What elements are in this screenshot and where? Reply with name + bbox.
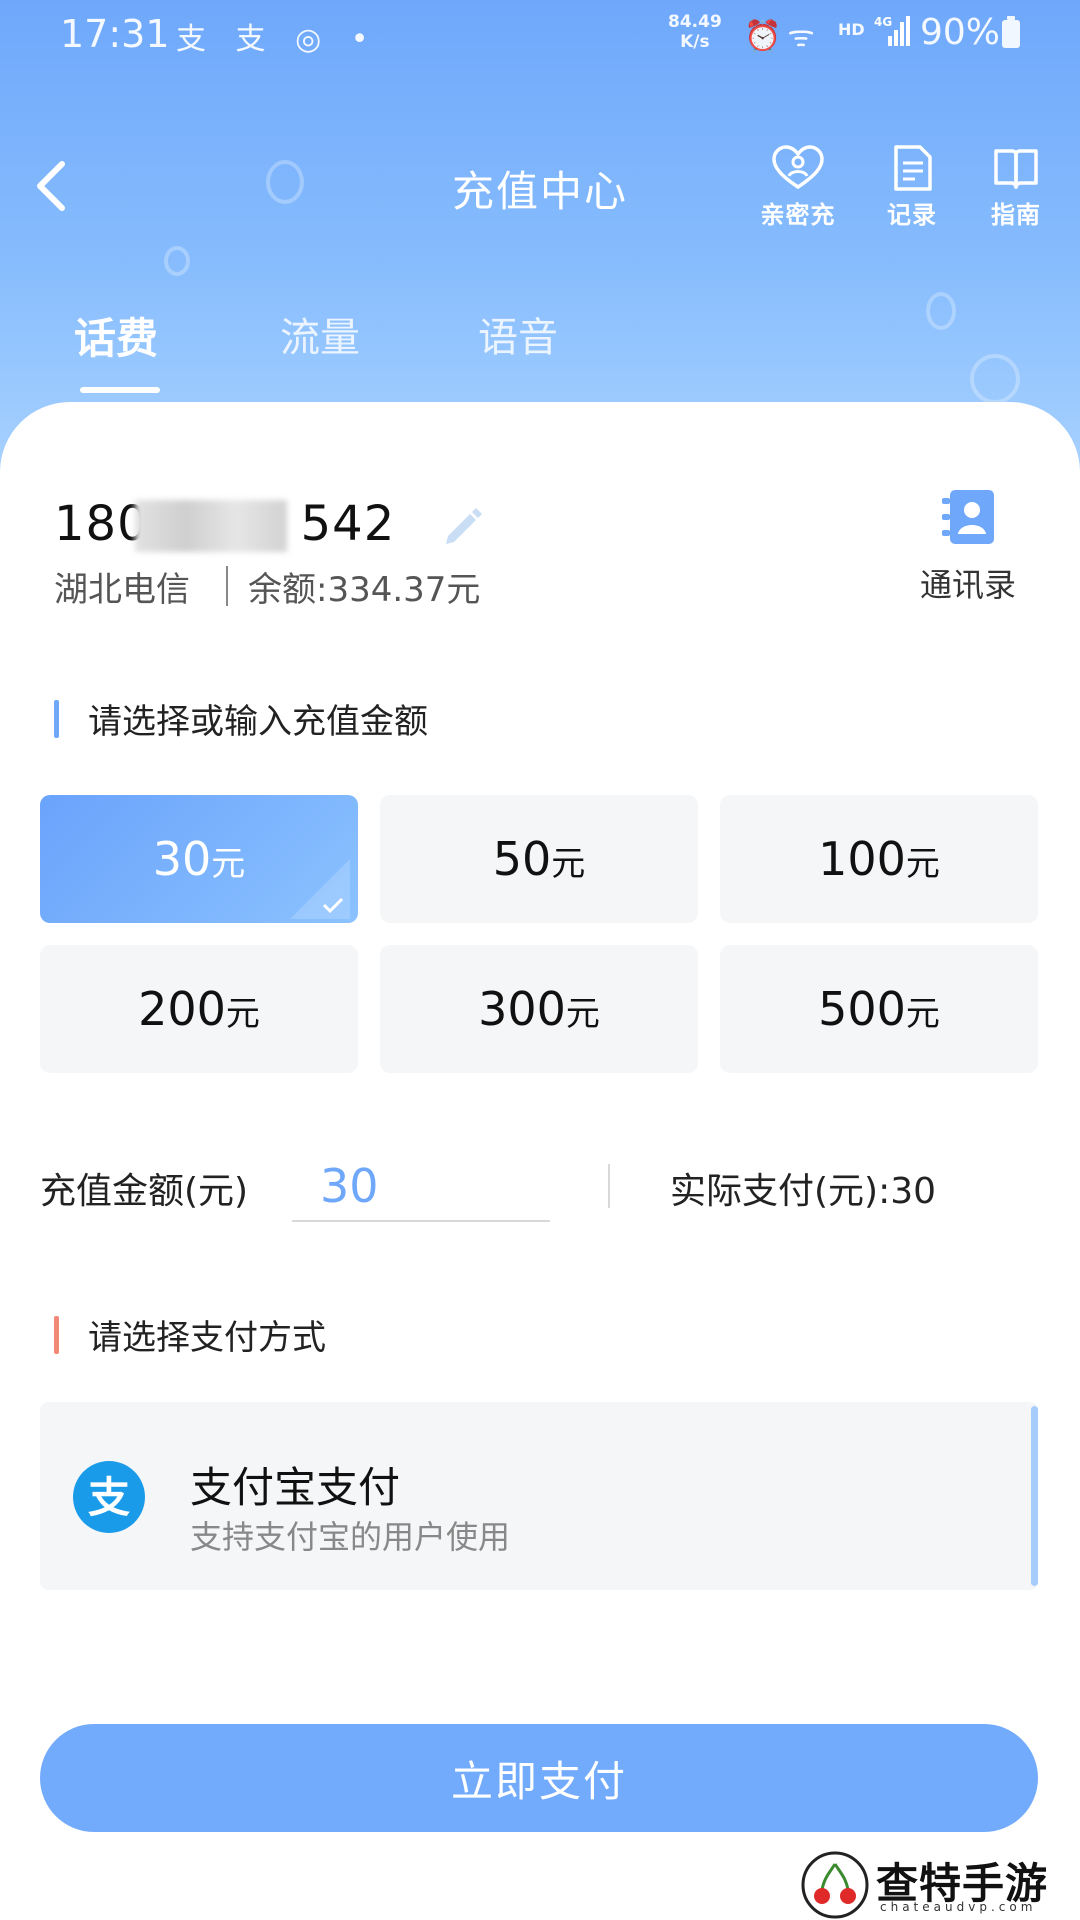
amount-value: 300	[478, 982, 566, 1036]
battery-percent: 90%	[920, 12, 1001, 53]
heart-user-icon	[772, 145, 824, 190]
account-balance: 余额:334.37元	[248, 570, 481, 610]
pencil-icon	[446, 508, 482, 544]
action-label: 亲密充	[760, 201, 836, 229]
amount-option-50[interactable]: 50元	[380, 795, 698, 923]
svg-text:支: 支	[88, 1473, 130, 1522]
network-speed-value: 84.49	[668, 12, 722, 32]
book-icon	[994, 149, 1038, 189]
amount-value: 500	[818, 982, 906, 1036]
document-icon	[894, 145, 932, 191]
edit-phone-button[interactable]	[440, 502, 484, 550]
pay-now-button[interactable]: 立即支付	[40, 1724, 1038, 1832]
amount-option-30[interactable]: 30元	[40, 795, 358, 923]
payment-section-title: 请选择支付方式	[54, 1310, 326, 1359]
charge-amount-label: 充值金额(元)	[40, 1171, 249, 1212]
amount-value: 100	[818, 832, 906, 886]
hd-indicator: HD	[838, 20, 865, 39]
signal-icon: 4G	[874, 14, 910, 55]
amount-unit: 元	[211, 844, 246, 884]
intimate-recharge-button[interactable]: 亲密充	[748, 145, 848, 230]
alipay-icon: 支	[73, 1461, 145, 1533]
amount-value: 200	[138, 982, 226, 1036]
tab-phone-bill[interactable]: 话费	[74, 305, 158, 366]
records-button[interactable]: 记录	[862, 145, 962, 230]
amount-value: 30	[152, 832, 212, 886]
battery-icon	[1002, 16, 1020, 48]
decor-bubble	[164, 246, 190, 276]
amount-unit: 元	[905, 994, 940, 1034]
active-tab-indicator	[80, 387, 160, 393]
amount-section-title: 请选择或输入充值金额	[54, 694, 428, 743]
action-label: 指南	[991, 201, 1041, 229]
payment-method-alipay[interactable]: 支 支付宝支付 支持支付宝的用户使用	[40, 1402, 1038, 1590]
alarm-icon: ⏰	[744, 19, 788, 54]
phone-suffix: 542	[300, 496, 396, 552]
contacts-label: 通讯录	[919, 566, 1016, 604]
amount-option-200[interactable]: 200元	[40, 945, 358, 1073]
guide-button[interactable]: 指南	[966, 145, 1066, 230]
contacts-icon	[942, 490, 994, 544]
amount-unit: 元	[905, 844, 940, 884]
divider	[608, 1164, 610, 1208]
tab-data[interactable]: 流量	[280, 305, 360, 363]
carrier-name: 湖北电信	[54, 570, 190, 610]
check-icon	[290, 859, 350, 919]
header-background: 17:31 支 支 ◎ • 84.49 K/s ⏰ᯤ HD 4G 90% 充值中…	[0, 0, 1080, 470]
watermark-subtext: chateaudvp.com	[880, 1900, 1037, 1914]
action-label: 记录	[887, 201, 937, 229]
watermark: 查特手游网 chateaudvp.com	[800, 1850, 1080, 1920]
notification-icons: 支 支 ◎ •	[176, 22, 379, 57]
alarm-wifi-icons: ⏰ᯤ	[744, 14, 821, 55]
wifi-icon: ᯤ	[787, 19, 821, 54]
phone-blur-mask	[135, 500, 287, 552]
amount-option-100[interactable]: 100元	[720, 795, 1038, 923]
amount-unit: 元	[565, 994, 600, 1034]
status-time: 17:31	[60, 12, 170, 56]
payment-method-desc: 支持支付宝的用户使用	[190, 1518, 511, 1556]
cherry-logo-icon	[801, 1851, 869, 1919]
amount-option-500[interactable]: 500元	[720, 945, 1038, 1073]
amount-unit: 元	[551, 844, 586, 884]
network-speed-unit: K/s	[680, 32, 710, 52]
signal-type: 4G	[874, 15, 892, 29]
actual-payment: 实际支付(元):30	[670, 1171, 937, 1212]
amount-option-300[interactable]: 300元	[380, 945, 698, 1073]
network-speed: 84.49 K/s	[668, 12, 722, 52]
payment-method-name: 支付宝支付	[190, 1463, 401, 1512]
contacts-button[interactable]: 通讯录	[908, 488, 1028, 606]
tab-voice[interactable]: 语音	[478, 305, 558, 363]
amount-unit: 元	[225, 994, 260, 1034]
divider	[226, 566, 228, 606]
charge-amount-input[interactable]	[292, 1152, 550, 1222]
amount-value: 50	[492, 832, 552, 886]
status-bar: 17:31 支 支 ◎ • 84.49 K/s ⏰ᯤ HD 4G 90%	[0, 0, 1080, 66]
tab-bar: 话费 流量 语音	[0, 305, 1080, 395]
